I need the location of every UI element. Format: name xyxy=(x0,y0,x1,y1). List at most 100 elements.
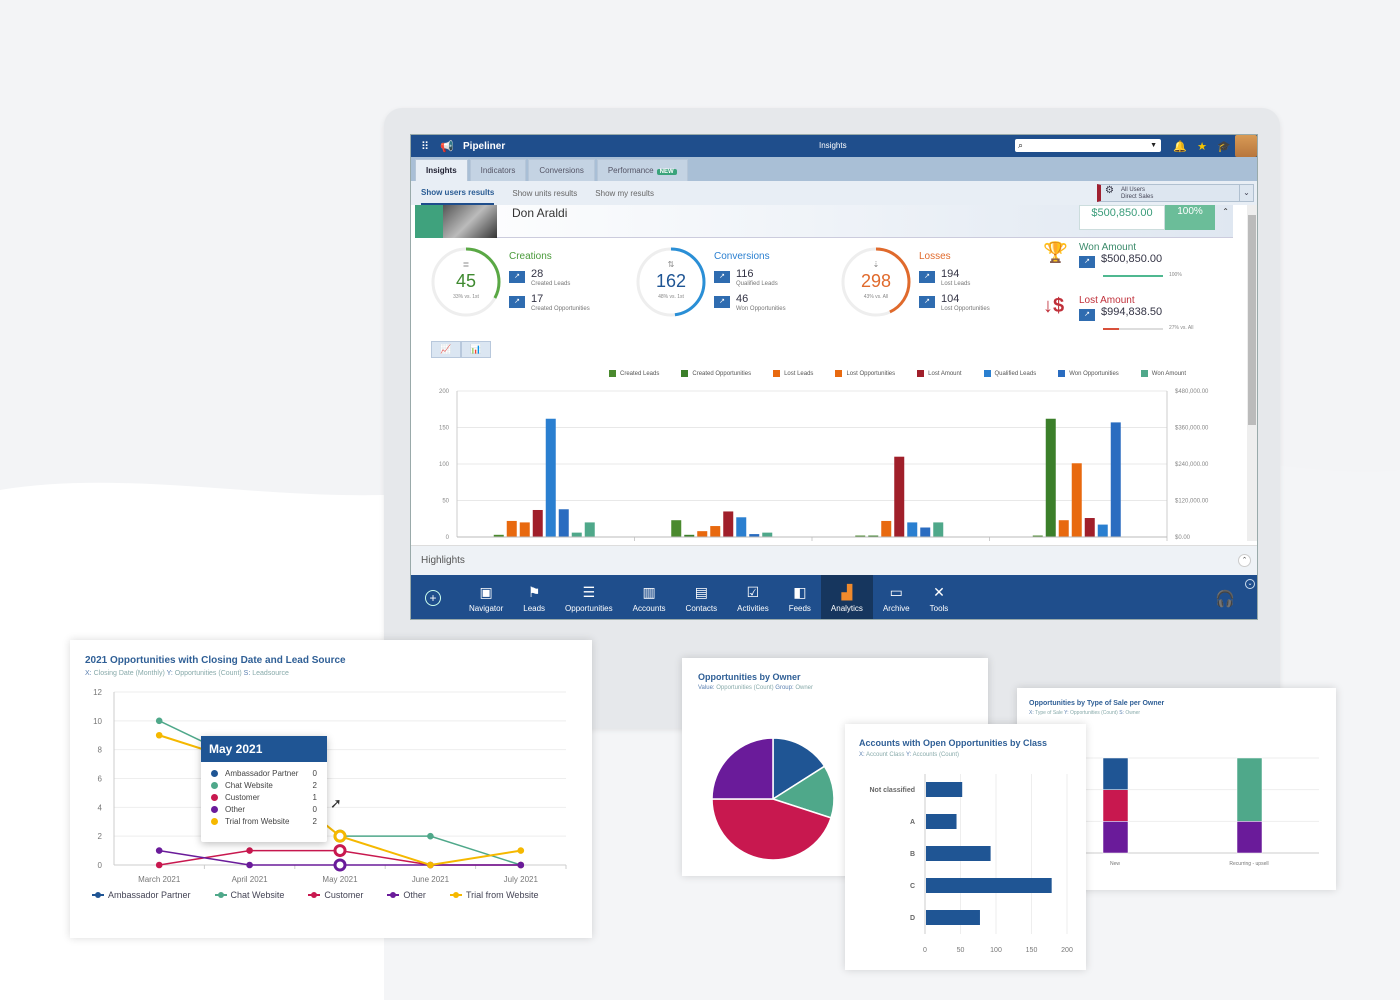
search-input[interactable]: ⌕ ▼ xyxy=(1015,139,1161,152)
star-icon[interactable]: ★ xyxy=(1191,140,1213,153)
lost-opportunities-label: Lost Opportunities xyxy=(941,306,990,312)
highlights-label: Highlights xyxy=(421,555,465,566)
x-tick-label: May 2021 xyxy=(322,875,358,884)
trend-chart-icon[interactable]: ↗ xyxy=(509,296,525,308)
kpi-creations: ≣ 45 33% vs. 1st Creations ↗ 28 Created Le… xyxy=(431,247,631,327)
bar xyxy=(506,520,517,537)
collapse-up-icon[interactable]: ⌃ xyxy=(1222,207,1229,216)
legend-item[interactable]: Other xyxy=(387,890,438,900)
left-axis-tick: 50 xyxy=(442,499,449,505)
nav-tools[interactable]: ✕ Tools xyxy=(920,575,959,619)
bar-chart-toggle[interactable]: 📊 xyxy=(461,341,491,358)
losses-sub: 43% vs. All xyxy=(863,294,889,300)
nav-activities[interactable]: ☑ Activities xyxy=(727,575,779,619)
subtab-units-results[interactable]: Show units results xyxy=(512,183,577,204)
nav-navigator[interactable]: ▣ Navigator xyxy=(459,575,513,619)
trend-chart-icon[interactable]: ↗ xyxy=(1079,309,1095,321)
legend-item[interactable]: Created Opportunities xyxy=(681,370,762,377)
user-avatar[interactable] xyxy=(1235,135,1257,157)
x-tick-label: 200 xyxy=(1061,947,1073,954)
bar xyxy=(1058,520,1069,537)
nav-accounts[interactable]: ▥ Accounts xyxy=(623,575,676,619)
created-leads-row[interactable]: ↗ 28 Created Leads xyxy=(509,269,570,288)
qualified-leads-row[interactable]: ↗ 116 Qualified Leads xyxy=(714,269,778,288)
trend-chart-icon[interactable]: ↗ xyxy=(714,271,730,283)
creations-value: 45 xyxy=(455,271,477,291)
user-name: Don Araldi xyxy=(512,206,568,220)
legend-item[interactable]: Lost Opportunities xyxy=(835,370,906,377)
subtitle-value: Leadsource xyxy=(252,670,289,677)
legend-item[interactable]: Qualified Leads xyxy=(983,370,1048,377)
legend-item[interactable]: Chat Website xyxy=(214,890,297,900)
lost-amount-block: ↓$ Lost Amount ↗ $994,838.50 27% vs. All xyxy=(1043,295,1243,335)
add-button[interactable]: + xyxy=(425,590,441,606)
user-filter-select[interactable]: ⚙ All Users Direct Sales ⌄ xyxy=(1097,184,1254,202)
tab-conversions[interactable]: Conversions xyxy=(528,159,595,181)
chevron-up-icon[interactable]: ⌃ xyxy=(1238,554,1251,567)
headset-icon[interactable]: 🎧 xyxy=(1215,589,1235,609)
qualified-leads-label: Qualified Leads xyxy=(736,281,778,287)
legend-item[interactable]: Lost Amount xyxy=(917,370,972,377)
created-leads-label: Created Leads xyxy=(531,281,571,287)
chevron-down-icon[interactable]: ⌄ xyxy=(1239,185,1253,201)
created-opportunities-row[interactable]: ↗ 17 Created Opportunities xyxy=(509,294,590,313)
legend-label: Other xyxy=(403,890,426,900)
x-tick-label: July 2021 xyxy=(504,875,539,884)
bar xyxy=(881,520,892,537)
left-axis-tick: 100 xyxy=(439,462,450,468)
legend-swatch xyxy=(609,370,616,377)
x-tick-label: March 2021 xyxy=(138,875,181,884)
tab-performance[interactable]: Performance NEW xyxy=(596,159,688,181)
nav-analytics[interactable]: ▟ Analytics xyxy=(820,575,873,619)
apps-grid-icon[interactable]: ⠿ xyxy=(417,140,433,153)
legend-item[interactable]: Won Opportunities xyxy=(1058,370,1130,377)
legend-item[interactable]: Created Leads xyxy=(609,370,670,377)
tooltip-value: 0 xyxy=(312,804,317,814)
x-tick-label: 100 xyxy=(990,947,1002,954)
lost-opportunities-row[interactable]: ↗ 104 Lost Opportunities xyxy=(919,294,990,313)
stack-segment xyxy=(1236,757,1263,822)
trend-chart-icon[interactable]: ↗ xyxy=(919,296,935,308)
legend-item[interactable]: Trial from Website xyxy=(449,890,551,900)
nav-contacts[interactable]: ▤ Contacts xyxy=(676,575,728,619)
bell-icon[interactable]: 🔔 xyxy=(1169,140,1191,153)
trend-chart-icon[interactable]: ↗ xyxy=(919,271,935,283)
subtab-users-results[interactable]: Show users results xyxy=(421,182,495,205)
subtitle-key: S: xyxy=(1119,710,1124,716)
search-dropdown-icon[interactable]: ▼ xyxy=(1150,139,1157,152)
lost-amount-row[interactable]: ↗ $994,838.50 xyxy=(1079,307,1162,321)
scrollbar-thumb[interactable] xyxy=(1248,215,1256,425)
legend-item[interactable]: Won Amount xyxy=(1140,370,1197,377)
chevron-down-icon[interactable]: ⌄ xyxy=(1245,579,1255,589)
legend-item[interactable]: Lost Leads xyxy=(773,370,824,377)
trend-chart-icon[interactable]: ↗ xyxy=(1079,256,1095,268)
tab-insights[interactable]: Insights xyxy=(415,159,468,181)
legend-item[interactable]: Customer xyxy=(308,890,375,900)
nav-archive[interactable]: ▭ Archive xyxy=(873,575,920,619)
analytics-icon: ▟ xyxy=(841,583,853,600)
nav-leads[interactable]: ⚑ Leads xyxy=(513,575,555,619)
highlights-panel[interactable]: Highlights ⌃ xyxy=(411,545,1257,575)
window-title: Insights xyxy=(819,141,847,150)
kpi-losses: ⇣ 298 43% vs. All Losses ↗ 194 Lost Leads … xyxy=(841,247,1041,327)
pie-chart xyxy=(711,737,835,861)
nav-opportunities[interactable]: ☰ Opportunities xyxy=(555,575,623,619)
opportunities-icon: ☰ xyxy=(582,583,596,600)
stack-segment xyxy=(1102,789,1129,822)
graduation-cap-icon[interactable]: 🎓 xyxy=(1213,140,1235,153)
brand-logo[interactable]: Pipeliner xyxy=(463,141,505,152)
line-chart-subtitle: X: Closing Date (Monthly) Y: Opportuniti… xyxy=(85,670,289,677)
won-amount-row[interactable]: ↗ $500,850.00 xyxy=(1079,254,1162,268)
lost-leads-row[interactable]: ↗ 194 Lost Leads xyxy=(919,269,970,288)
vertical-scrollbar[interactable] xyxy=(1247,205,1257,541)
trend-chart-icon[interactable]: ↗ xyxy=(714,296,730,308)
subtab-my-results[interactable]: Show my results xyxy=(595,183,654,204)
tab-indicators[interactable]: Indicators xyxy=(469,159,527,181)
line-chart-toggle[interactable]: 📈 xyxy=(431,341,461,358)
y-tick-label: 4 xyxy=(98,803,103,812)
megaphone-icon[interactable]: 📢 xyxy=(439,140,455,153)
legend-item[interactable]: Ambassador Partner xyxy=(92,890,203,900)
won-opportunities-row[interactable]: ↗ 46 Won Opportunities xyxy=(714,294,786,313)
trend-chart-icon[interactable]: ↗ xyxy=(509,271,525,283)
nav-feeds[interactable]: ◧ Feeds xyxy=(779,575,821,619)
